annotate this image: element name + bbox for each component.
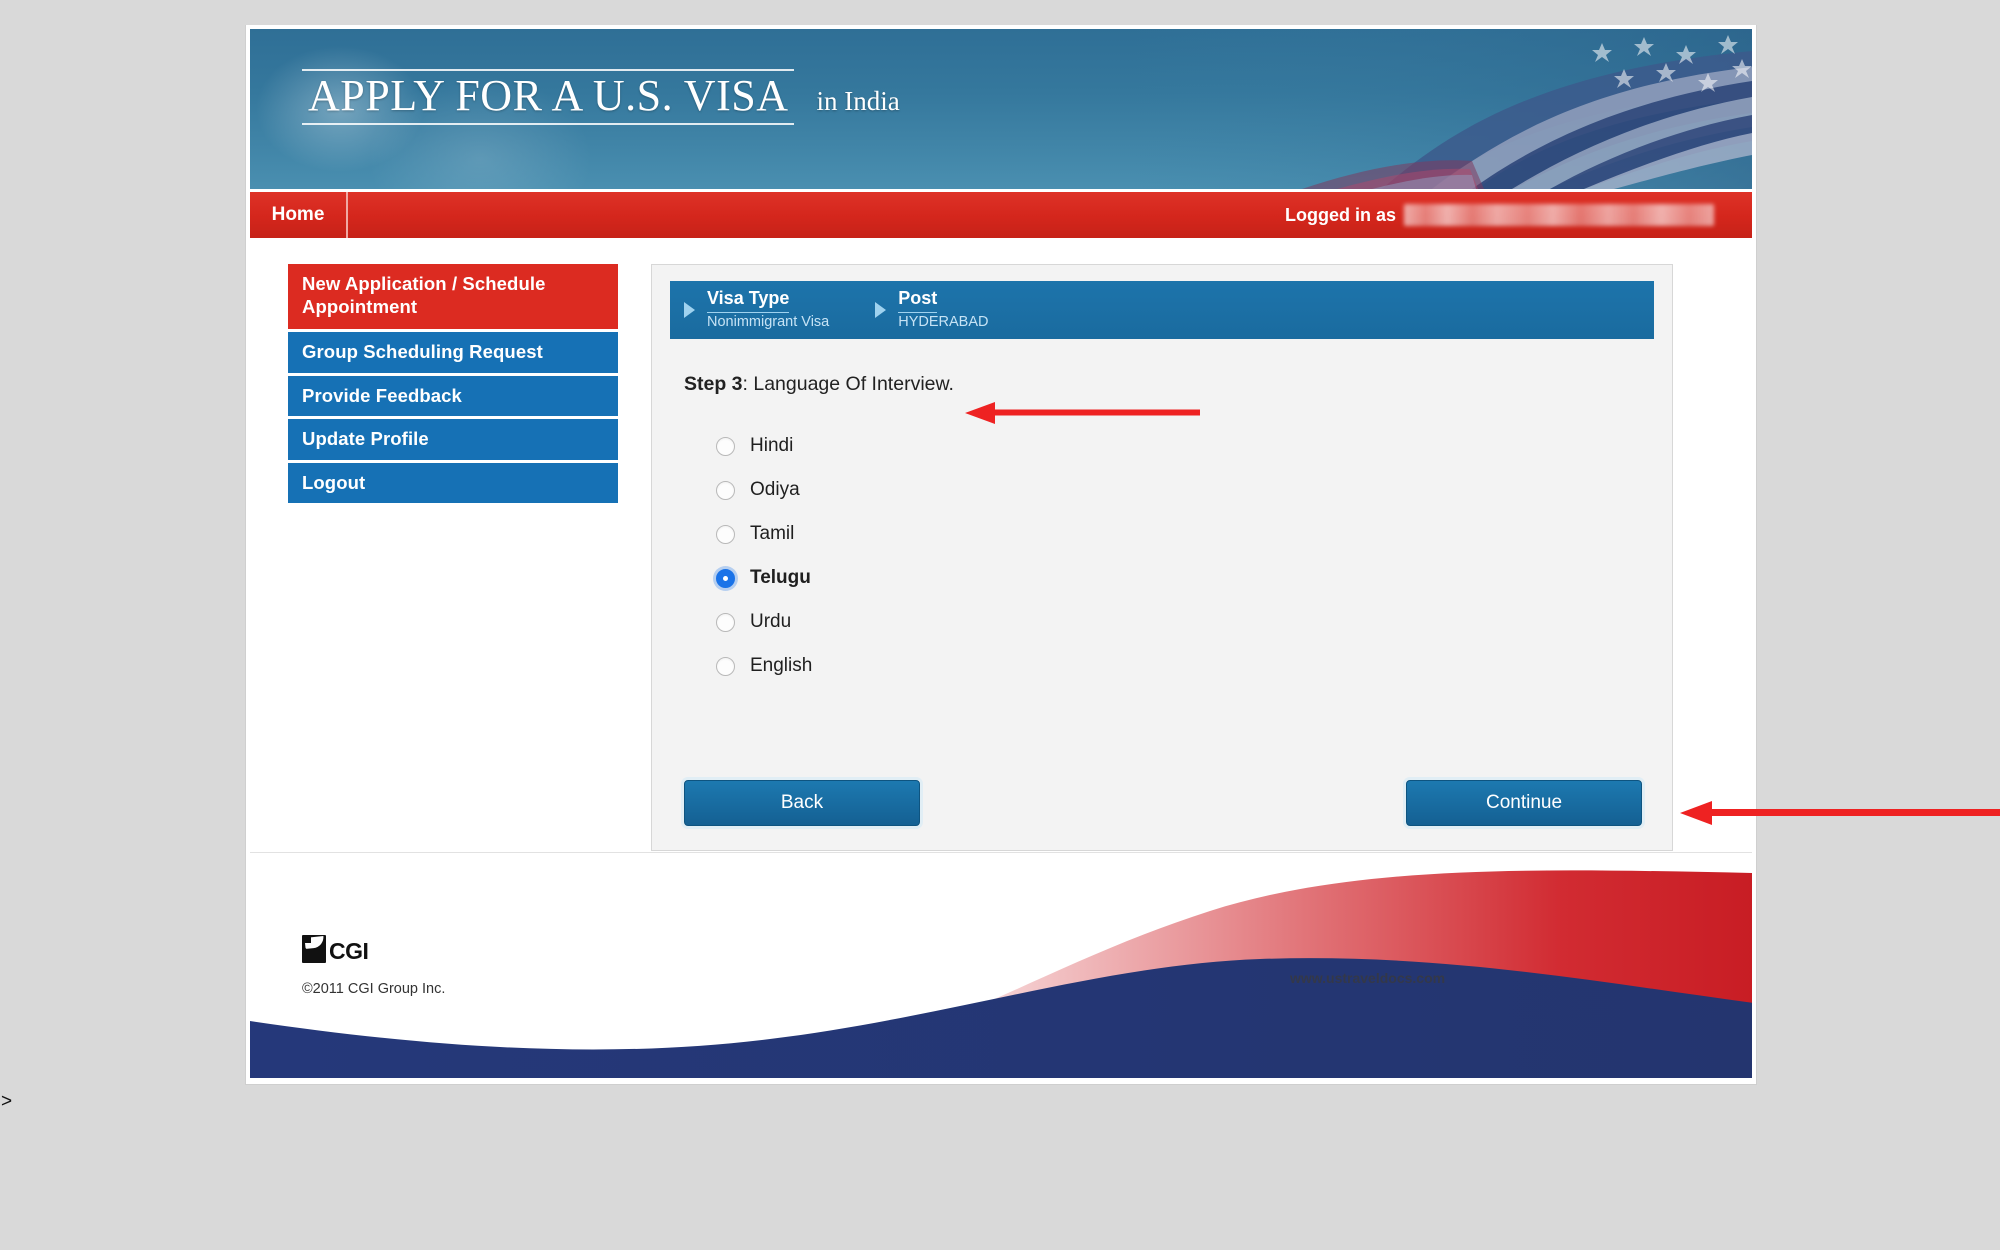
radio-label-hindi: Hindi <box>750 435 794 456</box>
form-actions: Back Continue <box>684 780 1642 826</box>
edge-caret-artifact: > <box>1 1091 13 1112</box>
sidebar-item-provide-feedback[interactable]: Provide Feedback <box>288 375 618 417</box>
content-panel: Visa Type Nonimmigrant Visa Post HYDERAB… <box>651 264 1673 851</box>
radio-icon[interactable] <box>716 436 735 456</box>
logged-in-label: Logged in as <box>1284 204 1396 225</box>
site-footer: CGI ©2011 CGI Group Inc. www.ustraveldoc… <box>250 852 1752 1078</box>
us-flag-icon <box>1132 29 1752 189</box>
radio-label-urdu: Urdu <box>750 611 792 632</box>
breadcrumb-title-post: Post <box>898 288 938 313</box>
cgi-logo-icon <box>302 935 326 963</box>
radio-label-odiya: Odiya <box>750 479 800 500</box>
radio-option-urdu[interactable]: Urdu <box>716 600 1654 644</box>
radio-option-tamil[interactable]: Tamil <box>716 512 1654 556</box>
main-navbar: Home Logged in as <box>250 192 1752 238</box>
breadcrumb-value-visa-type: Nonimmigrant Visa <box>707 313 830 330</box>
radio-option-odiya[interactable]: Odiya <box>716 468 1654 512</box>
visa-application-page: APPLY FOR A U.S. VISA in India Home Logg… <box>245 25 1757 1085</box>
breadcrumb: Visa Type Nonimmigrant Visa Post HYDERAB… <box>670 281 1654 339</box>
sidebar-item-group-scheduling[interactable]: Group Scheduling Request <box>288 332 618 373</box>
cgi-branding: CGI ©2011 CGI Group Inc. <box>302 935 445 997</box>
radio-icon-selected[interactable] <box>716 568 735 588</box>
breadcrumb-title-visa-type: Visa Type <box>707 288 790 313</box>
banner-title: APPLY FOR A U.S. VISA <box>302 69 795 126</box>
chevron-right-icon <box>875 301 887 318</box>
step-number: Step 3 <box>684 373 743 395</box>
step-title: : Language Of Interview. <box>742 373 954 395</box>
footer-url: www.ustraveldocs.com <box>1290 970 1446 986</box>
radio-icon[interactable] <box>716 480 735 500</box>
logged-in-area: Logged in as <box>1285 204 1752 226</box>
sidebar-item-logout[interactable]: Logout <box>288 462 618 504</box>
radio-option-english[interactable]: English <box>716 644 1654 688</box>
footer-wave-graphic <box>250 870 1752 1078</box>
banner-subtitle: in India <box>816 86 900 116</box>
radio-label-telugu: Telugu <box>750 567 811 588</box>
screen-root: > APPLY FOR A U.S. VISA in India Home Lo… <box>0 0 2000 1250</box>
nav-home-link[interactable]: Home <box>250 192 348 238</box>
sidebar-menu: New Application / Schedule Appointment G… <box>288 264 618 506</box>
breadcrumb-value-post: HYDERABAD <box>898 313 989 330</box>
radio-label-english: English <box>750 655 813 676</box>
step-heading: Step 3: Language Of Interview. <box>684 373 1654 396</box>
continue-button[interactable]: Continue <box>1406 780 1642 826</box>
site-banner: APPLY FOR A U.S. VISA in India <box>250 29 1752 189</box>
sidebar-item-update-profile[interactable]: Update Profile <box>288 419 618 460</box>
radio-icon[interactable] <box>716 656 735 676</box>
breadcrumb-item-post[interactable]: Post HYDERABAD <box>875 288 989 331</box>
language-radio-group: Hindi Odiya Tamil Telugu Urdu English <box>716 424 1654 688</box>
radio-icon[interactable] <box>716 612 735 632</box>
radio-option-hindi[interactable]: Hindi <box>716 424 1654 468</box>
page-body: New Application / Schedule Appointment G… <box>250 238 1752 852</box>
radio-icon[interactable] <box>716 524 735 544</box>
cgi-logo-text: CGI <box>329 938 369 965</box>
logged-in-username-redacted <box>1404 204 1714 226</box>
breadcrumb-item-visa-type[interactable]: Visa Type Nonimmigrant Visa <box>684 288 830 331</box>
radio-option-telugu[interactable]: Telugu <box>716 556 1654 600</box>
radio-label-tamil: Tamil <box>750 523 795 544</box>
back-button[interactable]: Back <box>684 780 920 826</box>
footer-copyright: ©2011 CGI Group Inc. <box>302 981 446 997</box>
sidebar-item-new-application[interactable]: New Application / Schedule Appointment <box>288 264 618 330</box>
chevron-right-icon <box>684 301 695 318</box>
